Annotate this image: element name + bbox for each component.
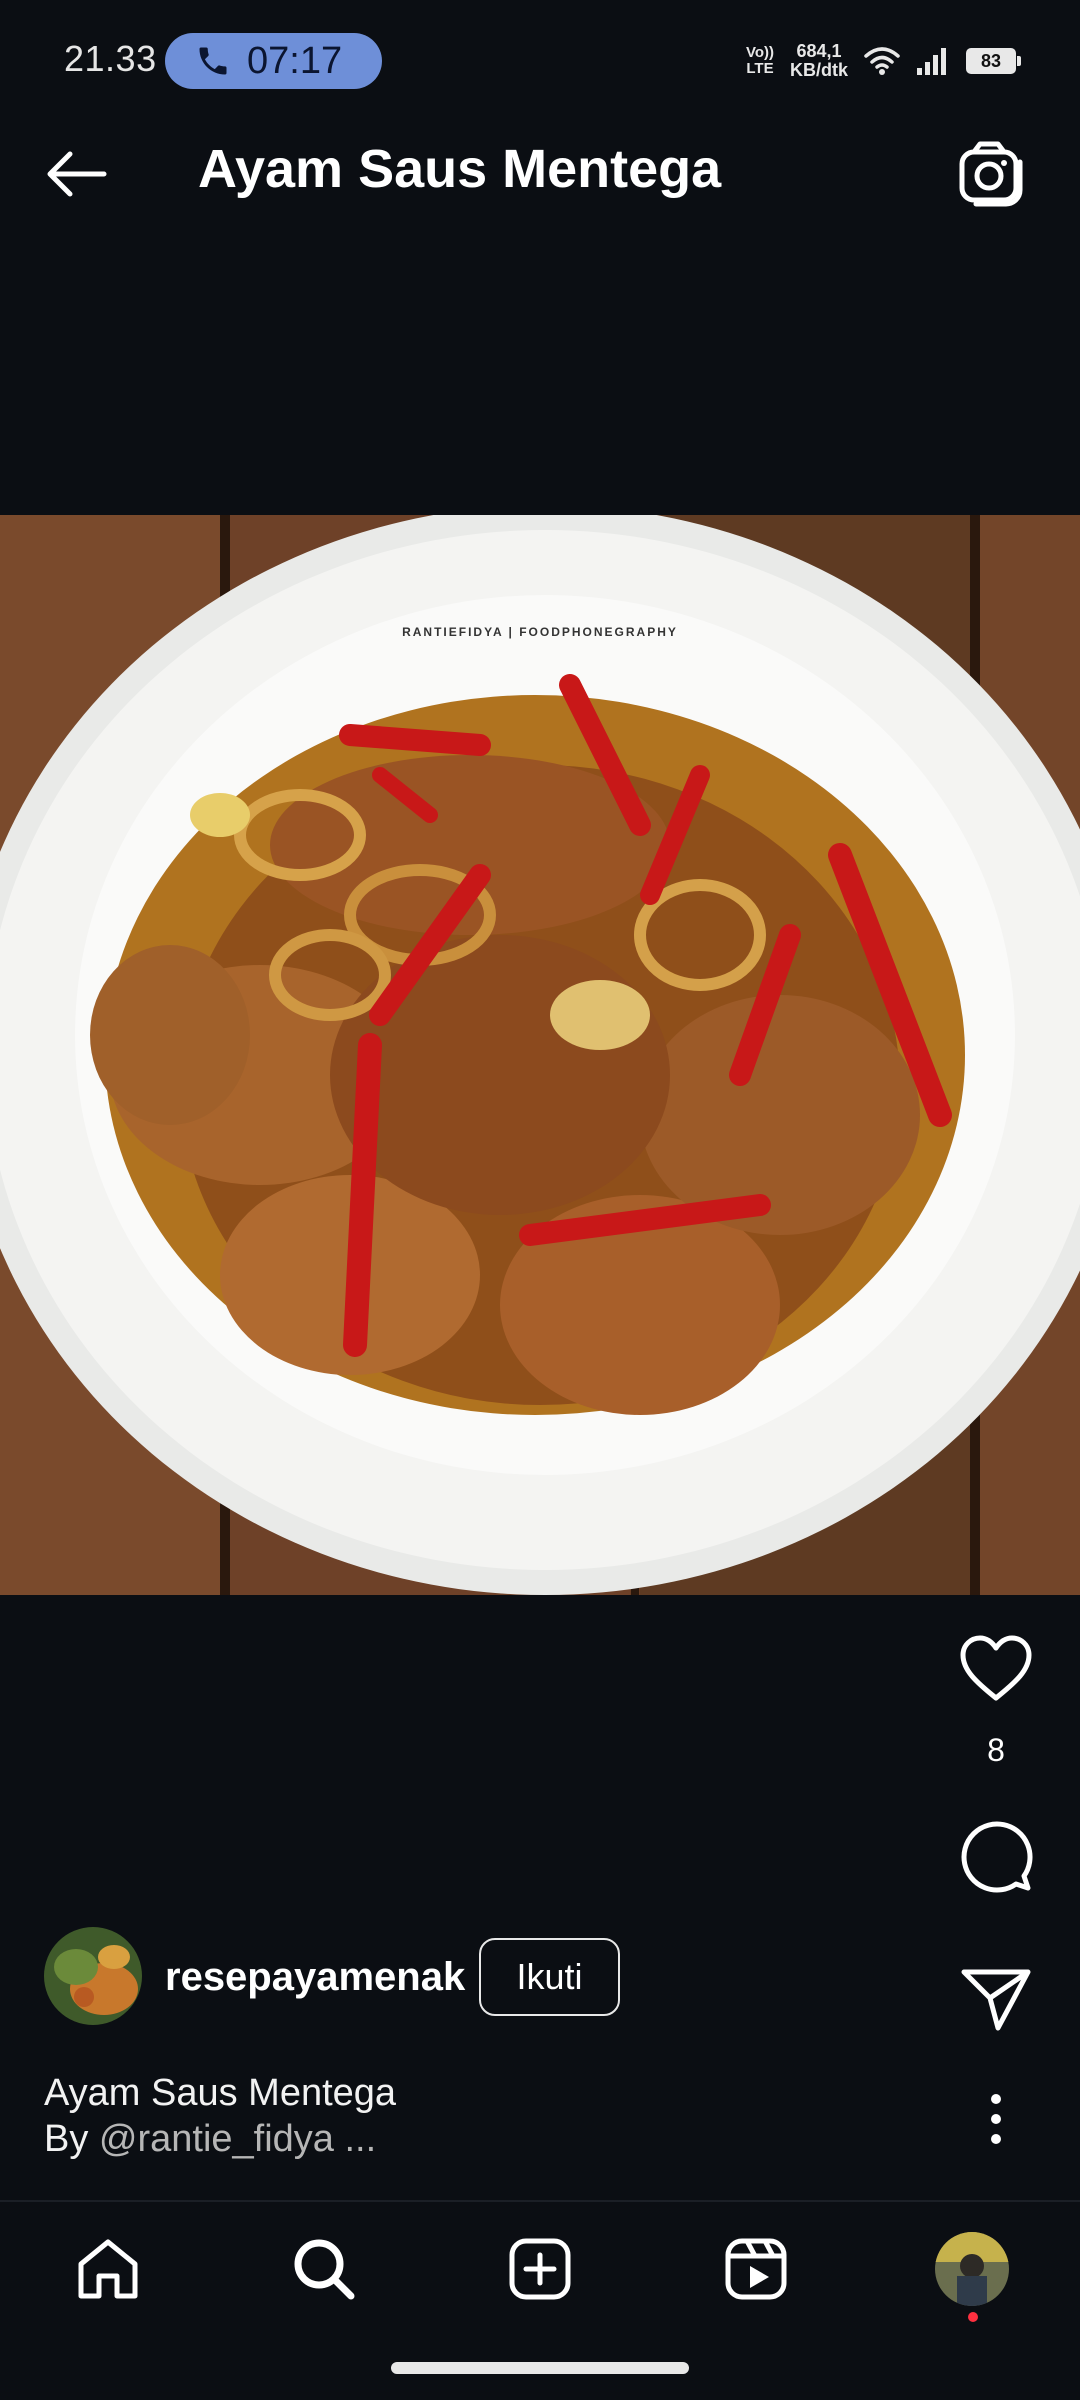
page-title: Ayam Saus Mentega (198, 139, 722, 199)
home-icon (78, 2239, 138, 2299)
send-icon (961, 1969, 1031, 2031)
back-button[interactable] (40, 138, 112, 210)
nav-create[interactable] (496, 2225, 584, 2313)
volte-line2: LTE (746, 60, 774, 77)
more-options-button[interactable] (952, 2075, 1040, 2163)
caption-by: By (44, 2118, 99, 2160)
post-photo[interactable]: RANTIEFIDYA | FOODPHONEGRAPHY (0, 515, 1080, 1595)
author-username[interactable]: resepayamenak (165, 1955, 465, 2000)
nav-profile[interactable] (928, 2225, 1016, 2313)
caption-title: Ayam Saus Mentega (44, 2072, 397, 2114)
nav-home[interactable] (64, 2225, 152, 2313)
status-time: 21.33 (64, 38, 157, 79)
heart-icon (960, 1635, 1032, 1701)
follow-button[interactable]: Ikuti (479, 1938, 620, 2016)
net-speed-unit: KB/dtk (790, 60, 848, 80)
like-button[interactable] (952, 1625, 1040, 1713)
volte-indicator: Vo)) LTE (746, 45, 774, 77)
reels-icon (725, 2238, 787, 2300)
call-timer: 07:17 (247, 39, 343, 82)
profile-avatar-image (935, 2232, 1009, 2306)
add-icon (509, 2238, 571, 2300)
call-indicator-pill[interactable]: 07:17 (165, 33, 382, 89)
caption-handle[interactable]: @rantie_fidya ... (99, 2118, 376, 2160)
nav-divider (0, 2200, 1080, 2202)
search-icon (294, 2239, 355, 2300)
more-vertical-icon (991, 2094, 1001, 2144)
comment-button[interactable] (952, 1812, 1040, 1900)
profile-avatar (935, 2232, 1009, 2306)
network-speed: 684,1 KB/dtk (790, 42, 848, 80)
food-photo-illustration (0, 515, 1080, 1595)
signal-icon (917, 48, 946, 75)
profile-notification-dot (968, 2312, 978, 2322)
like-count: 8 (987, 1732, 1005, 1768)
home-indicator[interactable] (391, 2362, 689, 2374)
wifi-icon (864, 47, 900, 75)
caption-credit[interactable]: By @rantie_fidya ... (44, 2118, 376, 2161)
camera-button[interactable] (956, 138, 1028, 210)
status-icons: Vo)) LTE 684,1 KB/dtk 83 (746, 36, 1021, 86)
camera-icon (959, 141, 1023, 207)
nav-reels[interactable] (712, 2225, 800, 2313)
net-speed-value: 684,1 (796, 41, 842, 61)
author-avatar[interactable] (44, 1927, 142, 2025)
nav-search[interactable] (280, 2225, 368, 2313)
photo-watermark: RANTIEFIDYA | FOODPHONEGRAPHY (402, 625, 678, 639)
battery-indicator: 83 (966, 48, 1021, 74)
volte-line1: Vo)) (745, 44, 774, 61)
phone-icon (199, 47, 227, 75)
avatar-image (44, 1927, 142, 2025)
arrow-left-icon (47, 151, 107, 197)
share-button[interactable] (952, 1955, 1040, 2043)
comment-icon (961, 1821, 1033, 1893)
